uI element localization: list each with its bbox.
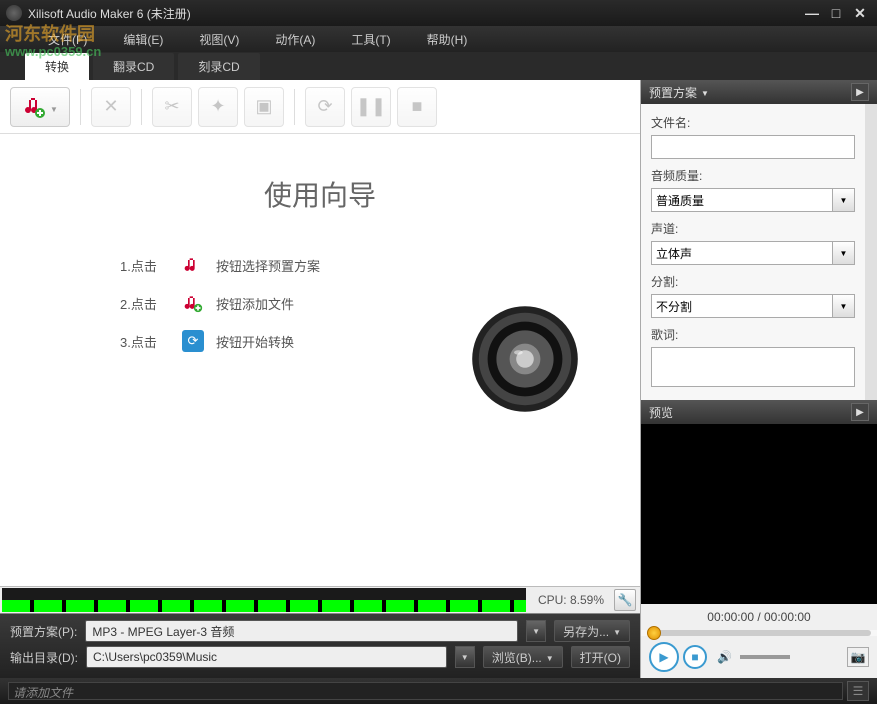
output-options: 预置方案(P): MP3 - MPEG Layer-3 音频 另存为... 输出… [0, 614, 640, 678]
snapshot-button[interactable]: 📷 [847, 647, 869, 667]
preset-dropdown-icon[interactable] [701, 85, 709, 99]
quality-label: 音频质量: [651, 167, 855, 184]
filename-input[interactable] [651, 135, 855, 159]
lyrics-label: 歌词: [651, 326, 855, 343]
profile-dropdown-button[interactable] [526, 620, 546, 642]
wizard-step-2-text: 按钮添加文件 [216, 294, 294, 313]
minimize-button[interactable] [801, 4, 823, 22]
tab-burn-cd[interactable]: 刻录CD [178, 53, 259, 80]
preset-collapse-button[interactable] [851, 83, 869, 101]
status-list-button[interactable]: ☰ [847, 681, 869, 701]
quality-dropdown-icon[interactable] [833, 188, 855, 212]
menu-view[interactable]: 视图(V) [181, 31, 257, 48]
output-dir-dropdown-button[interactable] [455, 646, 475, 668]
wizard-title: 使用向导 [264, 174, 376, 214]
preview-video-area [641, 424, 877, 604]
wizard-step-1: 1.点击 按钮选择预置方案 [120, 254, 320, 276]
profile-combo[interactable]: MP3 - MPEG Layer-3 音频 [85, 620, 518, 642]
wizard-step-3-text: 按钮开始转换 [216, 332, 294, 351]
stop-preview-button[interactable]: ■ [683, 645, 707, 669]
seek-knob-icon[interactable] [647, 626, 661, 640]
status-bar: 请添加文件 ☰ [0, 678, 877, 704]
browse-button[interactable]: 浏览(B)... [483, 646, 563, 668]
convert-button[interactable]: ⟳ [305, 87, 345, 127]
cpu-meter-row: CPU: 8.59% 🔧 [0, 586, 640, 614]
split-label: 分割: [651, 273, 855, 290]
delete-button[interactable]: ✕ [91, 87, 131, 127]
profile-icon [182, 254, 204, 276]
status-text: 请添加文件 [8, 682, 843, 700]
preview-panel: 00:00:00 / 00:00:00 ▶ ■ 🔊 📷 [641, 424, 877, 678]
output-dir-label: 输出目录(D): [10, 649, 78, 666]
preset-panel-header: 预置方案 [641, 80, 877, 104]
time-display: 00:00:00 / 00:00:00 [641, 604, 877, 630]
title-bar: Xilisoft Audio Maker 6 (未注册) [0, 0, 877, 26]
clip-button[interactable]: ▣ [244, 87, 284, 127]
stop-button[interactable]: ■ [397, 87, 437, 127]
split-dropdown-icon[interactable] [833, 294, 855, 318]
seek-slider[interactable] [647, 630, 871, 636]
app-logo-icon [6, 5, 22, 21]
lyrics-textarea[interactable] [651, 347, 855, 387]
play-button[interactable]: ▶ [649, 642, 679, 672]
quality-select[interactable] [651, 188, 833, 212]
filename-label: 文件名: [651, 114, 855, 131]
cut-button[interactable]: ✂ [152, 87, 192, 127]
speaker-image [470, 304, 580, 414]
menu-action[interactable]: 动作(A) [257, 31, 333, 48]
preview-controls: ▶ ■ 🔊 📷 [641, 636, 877, 678]
properties-panel: 文件名: 音频质量: 声道: 分割: 歌词: [641, 104, 877, 400]
cpu-settings-button[interactable]: 🔧 [614, 589, 636, 611]
effects-button[interactable]: ✦ [198, 87, 238, 127]
convert-icon: ⟳ [182, 330, 204, 352]
save-as-button[interactable]: 另存为... [554, 620, 630, 642]
window-title: Xilisoft Audio Maker 6 (未注册) [28, 5, 799, 22]
split-select[interactable] [651, 294, 833, 318]
menu-help[interactable]: 帮助(H) [409, 31, 486, 48]
add-file-button[interactable] [10, 87, 70, 127]
volume-icon[interactable]: 🔊 [717, 650, 732, 664]
wizard-step-2: 2.点击 按钮添加文件 [120, 292, 320, 314]
add-dropdown-icon [50, 96, 58, 117]
maximize-button[interactable] [825, 4, 847, 22]
volume-slider[interactable] [740, 655, 790, 659]
menu-tool[interactable]: 工具(T) [333, 31, 408, 48]
pause-button[interactable]: ❚❚ [351, 87, 391, 127]
menu-edit[interactable]: 编辑(E) [105, 31, 181, 48]
preview-collapse-button[interactable] [851, 403, 869, 421]
channel-dropdown-icon[interactable] [833, 241, 855, 265]
profile-label: 预置方案(P): [10, 623, 77, 640]
channel-select[interactable] [651, 241, 833, 265]
audio-waveform [2, 588, 526, 612]
tab-rip-cd[interactable]: 翻录CD [93, 53, 174, 80]
cpu-usage-label: CPU: 8.59% [528, 593, 614, 607]
wizard-panel: 使用向导 1.点击 按钮选择预置方案 2.点击 按钮添加文件 [0, 134, 640, 586]
mode-tabs: 转换 翻录CD 刻录CD [0, 52, 877, 80]
close-button[interactable] [849, 4, 871, 22]
menu-bar: 文件(F) 编辑(E) 视图(V) 动作(A) 工具(T) 帮助(H) [0, 26, 877, 52]
channel-label: 声道: [651, 220, 855, 237]
menu-file[interactable]: 文件(F) [30, 31, 105, 48]
add-file-icon [182, 292, 204, 314]
output-dir-combo[interactable]: C:\Users\pc0359\Music [86, 646, 447, 668]
tab-convert[interactable]: 转换 [25, 53, 89, 80]
wizard-step-1-text: 按钮选择预置方案 [216, 256, 320, 275]
toolbar: ✕ ✂ ✦ ▣ ⟳ ❚❚ ■ [0, 80, 640, 134]
preview-panel-header: 预览 [641, 400, 877, 424]
open-folder-button[interactable]: 打开(O) [571, 646, 630, 668]
wizard-step-3: 3.点击 ⟳ 按钮开始转换 [120, 330, 320, 352]
